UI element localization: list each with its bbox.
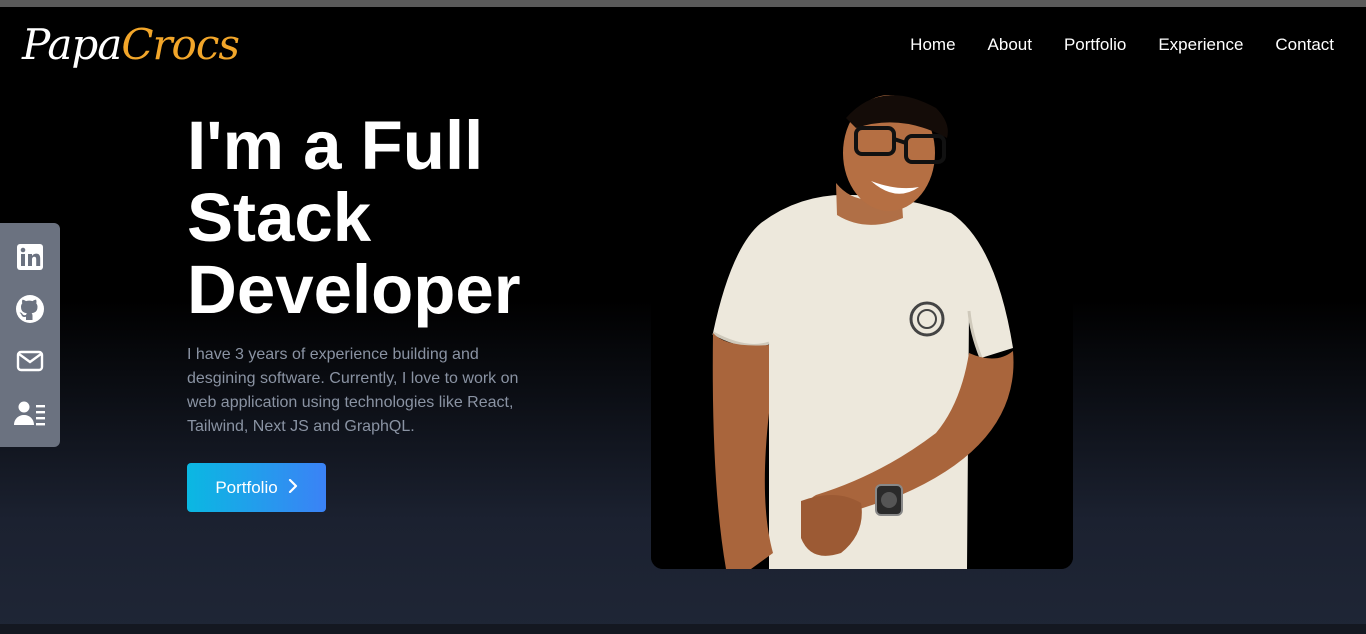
browser-top-strip xyxy=(0,0,1366,7)
linkedin-icon[interactable] xyxy=(14,241,46,273)
portfolio-button[interactable]: Portfolio xyxy=(187,463,326,512)
chevron-right-icon xyxy=(288,478,298,498)
nav-item-about[interactable]: About xyxy=(988,35,1032,55)
resume-icon[interactable] xyxy=(14,397,46,429)
bottom-edge xyxy=(0,624,1366,634)
nav-item-experience[interactable]: Experience xyxy=(1158,35,1243,55)
profile-photo xyxy=(651,83,1073,569)
hero-title-line: Developer xyxy=(187,251,521,328)
logo-text-papa: Papa xyxy=(22,20,122,69)
hero-title-line: Stack xyxy=(187,179,372,256)
hero-title-line: I'm a Full xyxy=(187,107,484,184)
social-sidebar xyxy=(0,223,60,447)
mail-icon[interactable] xyxy=(14,345,46,377)
main-nav: Home About Portfolio Experience Contact xyxy=(910,35,1334,55)
github-icon[interactable] xyxy=(14,293,46,325)
nav-item-contact[interactable]: Contact xyxy=(1275,35,1334,55)
logo-text-crocs: Crocs xyxy=(121,20,240,69)
nav-item-portfolio[interactable]: Portfolio xyxy=(1064,35,1126,55)
site-logo[interactable]: PapaCrocs xyxy=(22,17,240,73)
nav-item-home[interactable]: Home xyxy=(910,35,955,55)
hero-description: I have 3 years of experience building an… xyxy=(187,346,519,435)
hero-title: I'm a Full Stack Developer xyxy=(187,110,607,326)
site-header: PapaCrocs Home About Portfolio Experienc… xyxy=(0,7,1366,85)
portfolio-button-label: Portfolio xyxy=(215,477,278,497)
